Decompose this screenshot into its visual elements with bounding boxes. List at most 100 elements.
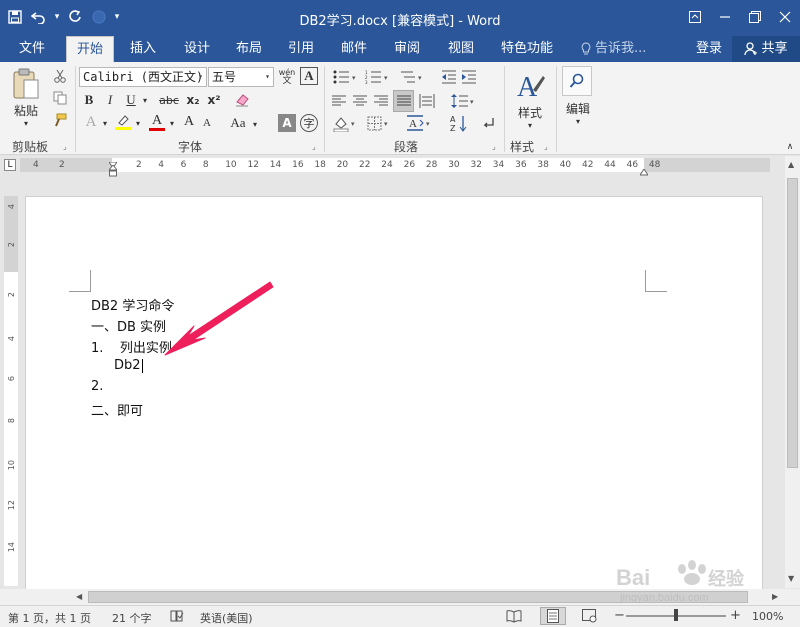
decrease-indent-icon[interactable] [440, 67, 458, 87]
underline-dropdown-icon[interactable]: ▾ [140, 93, 150, 107]
distributed-icon[interactable] [417, 91, 437, 111]
increase-indent-icon[interactable] [460, 67, 478, 87]
minimize-icon[interactable] [710, 0, 740, 34]
paste-button-label[interactable]: 粘贴 [8, 102, 44, 118]
restore-icon[interactable] [740, 0, 770, 34]
font-color-button[interactable]: A [146, 112, 168, 132]
scroll-left-icon[interactable]: ◀ [76, 592, 82, 601]
tab-review[interactable]: 审阅 [386, 36, 428, 62]
line-spacing-icon[interactable]: ▾ [448, 91, 478, 111]
paste-icon[interactable] [8, 66, 44, 102]
align-left-icon[interactable] [330, 91, 348, 111]
tab-layout[interactable]: 布局 [228, 36, 270, 62]
numbering-icon[interactable]: 1 2 3 ▾ [362, 67, 392, 87]
font-color-dropdown-icon[interactable]: ▾ [167, 116, 177, 130]
scroll-right-icon[interactable]: ▶ [772, 592, 778, 601]
web-layout-icon[interactable] [582, 609, 598, 626]
shrink-font-button[interactable]: A [198, 115, 216, 131]
clipboard-launcher-icon[interactable]: ⌟ [63, 142, 67, 151]
show-paragraph-marks-icon[interactable] [478, 112, 500, 134]
enclose-characters-button[interactable]: 字 [300, 114, 318, 132]
document-line[interactable]: 一、DB 实例 [91, 316, 166, 335]
styles-launcher-icon[interactable]: ⌟ [544, 142, 548, 151]
zoom-out-icon[interactable]: − [614, 608, 625, 623]
share-button[interactable]: 共享 [732, 36, 800, 62]
font-size-combo[interactable]: 五号 ▾ [208, 67, 274, 87]
vertical-ruler[interactable]: 4 2 2 4 6 8 10 12 14 [4, 196, 18, 586]
ribbon-display-icon[interactable] [680, 0, 710, 34]
underline-button[interactable]: U [122, 91, 140, 109]
clear-formatting-icon[interactable] [232, 90, 252, 110]
chinese-layout-icon[interactable]: A ▾ [402, 112, 436, 134]
case-dropdown-icon[interactable]: ▾ [250, 118, 260, 130]
shading-icon[interactable]: ▾ [330, 114, 360, 134]
font-name-combo[interactable]: Calibri (西文正文) ▾ [79, 67, 207, 87]
subscript-button[interactable]: x₂ [183, 91, 203, 109]
scroll-down-icon[interactable]: ▼ [788, 574, 794, 583]
zoom-slider-thumb[interactable] [674, 609, 678, 621]
character-border-icon[interactable]: A [300, 67, 318, 85]
vertical-scroll-thumb[interactable] [787, 178, 798, 468]
vertical-scrollbar[interactable]: ▲ ▼ [785, 156, 800, 588]
tab-references[interactable]: 引用 [280, 36, 322, 62]
italic-button[interactable]: I [101, 91, 119, 109]
document-page[interactable]: DB2 学习命令 一、DB 实例 1. 列出实例 Db2 2. 二、即可 [25, 196, 763, 591]
hanging-indent-marker[interactable] [107, 164, 119, 177]
strikethrough-button[interactable]: abc [156, 91, 182, 109]
grow-font-button[interactable]: A [180, 113, 198, 131]
format-painter-icon[interactable] [50, 110, 70, 130]
horizontal-ruler[interactable]: L 4 2 2 4 6 8 10 12 14 16 18 20 22 24 26 28 30 32 34 36 38… [0, 156, 800, 177]
styles-icon[interactable]: A [512, 68, 548, 104]
read-mode-icon[interactable] [506, 609, 522, 626]
print-layout-icon[interactable] [540, 607, 566, 625]
scroll-up-icon[interactable]: ▲ [788, 160, 794, 169]
zoom-slider[interactable] [626, 609, 726, 621]
superscript-button[interactable]: x² [204, 91, 224, 109]
document-line[interactable]: Db2 [114, 358, 143, 373]
tab-home[interactable]: 开始 [66, 36, 114, 62]
tab-special-features[interactable]: 特色功能 [496, 36, 558, 62]
sort-icon[interactable]: AZ [448, 112, 470, 134]
language-indicator[interactable]: 英语(美国) [200, 610, 253, 626]
editing-button-label[interactable]: 编辑 [558, 100, 598, 116]
search-icon[interactable] [562, 66, 592, 96]
document-line[interactable]: 二、即可 [91, 400, 143, 419]
editing-dropdown-icon[interactable]: ▾ [572, 116, 584, 126]
proofing-icon[interactable] [170, 609, 184, 626]
highlight-color-icon[interactable] [112, 112, 134, 132]
justify-icon[interactable] [393, 90, 414, 112]
tab-stop-selector[interactable]: L [4, 159, 16, 171]
document-list-item[interactable]: 2. [91, 379, 103, 394]
bold-button[interactable]: B [80, 91, 98, 109]
paste-dropdown-icon[interactable]: ▾ [20, 118, 32, 128]
case-button[interactable]: Aa [226, 114, 250, 132]
align-right-icon[interactable] [372, 91, 390, 111]
tab-insert[interactable]: 插入 [122, 36, 164, 62]
tell-me-search[interactable]: 告诉我... [580, 36, 646, 62]
phonetic-guide-button[interactable]: wén 文 [276, 66, 298, 88]
zoom-level[interactable]: 100% [752, 610, 783, 623]
font-launcher-icon[interactable]: ⌟ [312, 142, 316, 151]
zoom-in-icon[interactable]: + [730, 608, 741, 623]
bullets-icon[interactable]: ▾ [330, 67, 360, 87]
page-count[interactable]: 第 1 页，共 1 页 [8, 610, 91, 626]
styles-dropdown-icon[interactable]: ▾ [524, 120, 536, 130]
copy-icon[interactable] [50, 88, 70, 108]
tab-mailings[interactable]: 邮件 [333, 36, 375, 62]
cut-icon[interactable] [50, 66, 70, 86]
first-line-indent-marker[interactable] [108, 158, 118, 169]
document-heading[interactable]: DB2 学习命令 [91, 295, 174, 314]
close-icon[interactable] [770, 0, 800, 34]
borders-icon[interactable]: ▾ [364, 114, 394, 134]
tab-design[interactable]: 设计 [176, 36, 218, 62]
text-effects-icon[interactable]: A [80, 112, 102, 132]
character-shading-icon[interactable]: A [278, 114, 296, 132]
styles-button-label[interactable]: 样式 [510, 104, 550, 120]
collapse-ribbon-icon[interactable]: ∧ [784, 142, 796, 152]
tab-file[interactable]: 文件 [8, 36, 56, 62]
right-indent-marker[interactable] [639, 165, 649, 176]
word-count[interactable]: 21 个字 [112, 610, 152, 626]
text-effects-dropdown-icon[interactable]: ▾ [100, 116, 110, 130]
highlight-dropdown-icon[interactable]: ▾ [133, 116, 143, 130]
tab-view[interactable]: 视图 [440, 36, 482, 62]
